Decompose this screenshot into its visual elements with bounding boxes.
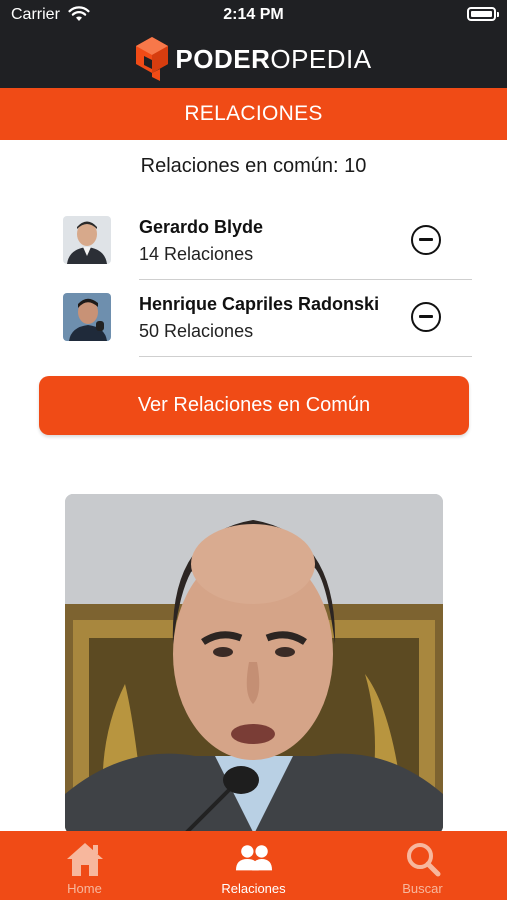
relation-item[interactable]: Gerardo Blyde 14 Relaciones bbox=[0, 203, 507, 280]
brand-name-light: OPEDIA bbox=[270, 43, 372, 74]
brand-name-bold: PODER bbox=[175, 43, 271, 74]
profile-photo[interactable] bbox=[65, 494, 443, 834]
tab-home[interactable]: Home bbox=[0, 831, 169, 900]
home-icon bbox=[66, 840, 104, 878]
tab-home-label: Home bbox=[67, 881, 102, 896]
brand-name: PODEROPEDIA bbox=[175, 44, 371, 75]
search-icon bbox=[404, 840, 442, 878]
relation-count: 14 Relaciones bbox=[139, 244, 254, 264]
status-bar: Carrier 2:14 PM bbox=[0, 0, 507, 32]
view-common-relations-button[interactable]: Ver Relaciones en Común bbox=[39, 376, 469, 435]
battery-icon bbox=[467, 7, 499, 21]
status-time: 2:14 PM bbox=[223, 6, 284, 23]
tab-buscar-label: Buscar bbox=[402, 881, 443, 896]
divider bbox=[139, 356, 472, 357]
relations-list: Gerardo Blyde 14 Relaciones Henrique Cap… bbox=[0, 203, 507, 357]
poderopedia-logo-icon bbox=[136, 37, 169, 81]
avatar bbox=[63, 216, 111, 264]
relation-count: 50 Relaciones bbox=[139, 321, 254, 341]
app-header: Carrier 2:14 PM PODEROPEDIA bbox=[0, 0, 507, 88]
section-title-bar: RELACIONES bbox=[0, 88, 507, 140]
tab-bar: Home Relaciones Buscar bbox=[0, 831, 507, 900]
common-relations-count: Relaciones en común: 10 bbox=[140, 155, 367, 177]
tab-relaciones-label: Relaciones bbox=[221, 881, 286, 896]
page-title: RELACIONES bbox=[184, 102, 323, 125]
tab-buscar[interactable]: Buscar bbox=[338, 831, 507, 900]
relation-name: Henrique Capriles Radonski bbox=[139, 294, 380, 314]
relation-name: Gerardo Blyde bbox=[139, 217, 264, 237]
brand-logo: PODEROPEDIA bbox=[0, 34, 507, 84]
relation-item[interactable]: Henrique Capriles Radonski 50 Relaciones bbox=[0, 280, 507, 357]
minus-circle-icon[interactable] bbox=[411, 225, 441, 255]
people-icon bbox=[235, 840, 273, 878]
tab-relaciones[interactable]: Relaciones bbox=[169, 831, 338, 900]
avatar bbox=[63, 293, 111, 341]
minus-circle-icon[interactable] bbox=[411, 302, 441, 332]
